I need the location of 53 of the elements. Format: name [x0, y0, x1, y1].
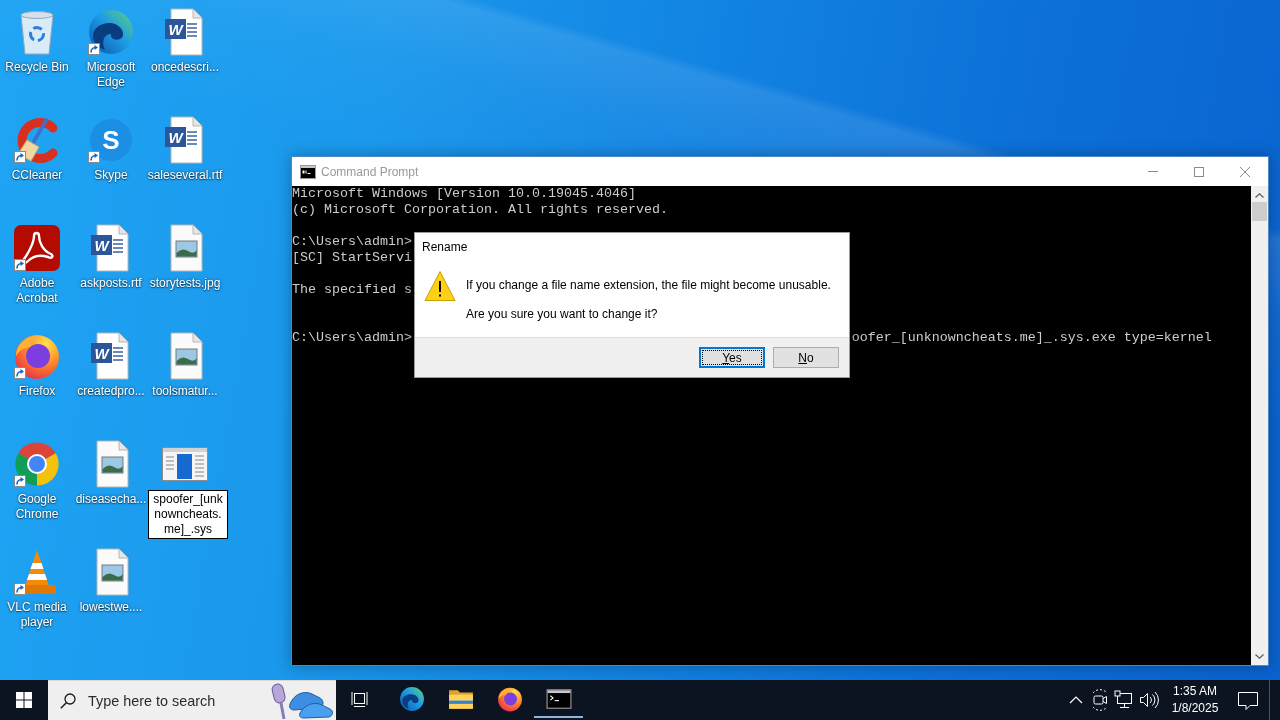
clock-time[interactable]: 1:35 AM [1173, 683, 1217, 700]
desktop-icon-label[interactable]: oncedescri... [150, 60, 219, 75]
desktop-icon-label[interactable]: Skype [94, 168, 128, 183]
dialog-question: Are you sure you want to change it? [466, 307, 658, 322]
task-view-icon [350, 690, 369, 708]
dialog-title: Rename [421, 239, 468, 256]
firefox-logo-icon[interactable] [13, 332, 61, 380]
desktop-icon-label[interactable]: Firefox [18, 384, 56, 399]
desktop-icon-label[interactable]: saleseveral.rtf [147, 168, 223, 183]
console-line: C:\Users\admin> [292, 330, 412, 346]
desktop-icon-label[interactable]: CCleaner [11, 168, 63, 183]
window-title: Command Prompt [321, 164, 419, 179]
console-line: [SC] StartServi [292, 250, 412, 266]
desktop-icon-label[interactable]: VLC media player [0, 600, 74, 630]
desktop-icon-label[interactable]: Recycle Bin [5, 60, 69, 75]
dialog-button[interactable]: Yes [699, 347, 765, 368]
desktop-icon-label[interactable]: Google Chrome [0, 492, 74, 522]
edge-logo-icon[interactable] [87, 8, 135, 56]
search-box[interactable]: Type here to search [48, 680, 336, 720]
skype-logo-icon[interactable]: S [87, 116, 135, 164]
console-line: Microsoft Windows [Version 10.0.19045.4046] [292, 186, 636, 202]
desktop-icon-label[interactable]: createdpro... [77, 384, 145, 399]
rename-field[interactable]: spoofer_[unknowncheats.me]_.sys [148, 490, 228, 539]
chrome-logo-icon[interactable] [13, 440, 61, 488]
scrollbar-thumb[interactable] [1252, 202, 1267, 221]
close-icon [1240, 166, 1250, 177]
console-app-icon[interactable] [545, 686, 572, 712]
console-line: C:\Users\admin> [292, 234, 412, 250]
console-line: oofer_[unknowncheats.me]_.sys.exe type=kernel [851, 330, 1212, 346]
firefox-logo-icon[interactable] [496, 686, 523, 712]
desktop-icon-label[interactable]: diseasecha... [75, 492, 147, 507]
console-line: The specified s [292, 282, 412, 298]
dialog-message: If you change a file name extension, the file might become unusable. [466, 278, 831, 293]
desktop-icon-label[interactable]: askposts.rtf [80, 276, 142, 291]
edge-logo-icon[interactable] [398, 686, 425, 712]
scroll-up-icon[interactable] [1255, 193, 1264, 198]
windows-logo-icon [16, 692, 32, 708]
search-field[interactable]: Type here to search [88, 692, 220, 709]
clock-date[interactable]: 1/8/2025 [1171, 700, 1219, 717]
minimize-icon [1148, 171, 1158, 172]
acrobat-logo-icon[interactable] [13, 224, 61, 272]
desktop-icon-label[interactable]: Adobe Acrobat [0, 276, 74, 306]
scroll-down-icon[interactable] [1255, 654, 1264, 659]
dialog-button[interactable]: No [773, 347, 839, 368]
desktop-icon-label[interactable]: toolsmatur... [152, 384, 218, 399]
console-app-icon [300, 164, 316, 179]
warning-icon [424, 270, 456, 302]
desktop-icon-label[interactable]: Microsoft Edge [74, 60, 148, 90]
maximize-icon [1194, 166, 1204, 177]
desktop-icon-label[interactable]: storytests.jpg [149, 276, 221, 291]
desktop-icon-label[interactable]: lowestwe.... [79, 600, 143, 615]
search-icon [60, 692, 76, 709]
console-line: (c) Microsoft Corporation. All rights reserved. [292, 202, 668, 218]
